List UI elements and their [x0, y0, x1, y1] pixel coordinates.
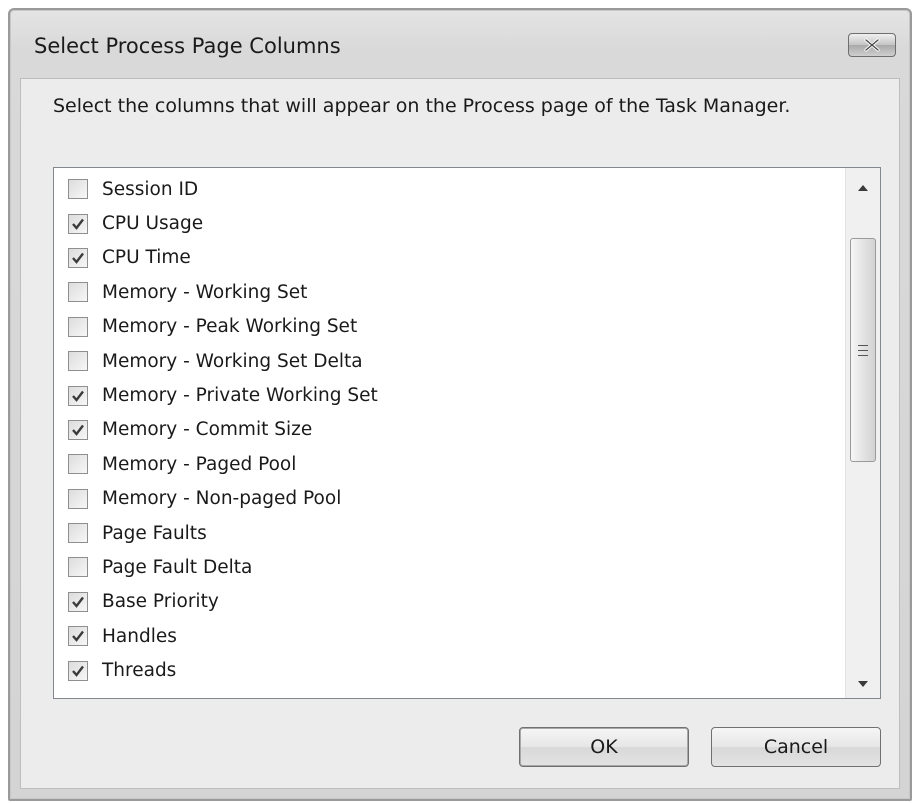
- dialog-title: Select Process Page Columns: [34, 34, 341, 58]
- scroll-thumb[interactable]: [850, 238, 876, 462]
- close-icon: [863, 38, 881, 52]
- close-button[interactable]: [848, 33, 896, 57]
- column-label: Memory - Peak Working Set: [102, 316, 358, 338]
- column-checkbox[interactable]: [68, 385, 88, 406]
- list-item[interactable]: Memory - Non-paged Pool: [54, 482, 846, 516]
- column-label: Handles: [102, 625, 177, 647]
- title-bar[interactable]: Select Process Page Columns: [10, 10, 910, 80]
- list-item[interactable]: CPU Usage: [54, 206, 846, 240]
- column-checkbox[interactable]: [68, 591, 88, 612]
- list-item[interactable]: Memory - Commit Size: [54, 413, 846, 447]
- list-item[interactable]: Base Priority: [54, 585, 846, 619]
- column-checkbox[interactable]: [68, 557, 88, 578]
- checkmark-icon: [72, 424, 84, 436]
- dialog-description: Select the columns that will appear on t…: [53, 95, 791, 117]
- list-item[interactable]: Memory - Peak Working Set: [54, 310, 846, 344]
- scroll-down-button[interactable]: [846, 664, 880, 698]
- vertical-scrollbar[interactable]: [845, 168, 880, 698]
- columns-listbox[interactable]: Session ID CPU Usage CPU Time Memory - Work…: [53, 167, 881, 699]
- list-item[interactable]: Page Faults: [54, 516, 846, 550]
- column-checkbox[interactable]: [68, 213, 88, 234]
- arrow-down-icon: [858, 672, 868, 691]
- checkmark-icon: [72, 218, 84, 230]
- list-item[interactable]: Memory - Working Set: [54, 275, 846, 309]
- column-checkbox[interactable]: [68, 660, 88, 681]
- column-checkbox[interactable]: [68, 488, 88, 509]
- column-label: CPU Time: [102, 247, 191, 269]
- column-checkbox[interactable]: [68, 247, 88, 268]
- column-label: Base Priority: [102, 591, 219, 613]
- checkmark-icon: [72, 252, 84, 264]
- checkmark-icon: [72, 631, 84, 643]
- ok-button[interactable]: OK: [519, 727, 689, 767]
- column-label: Memory - Commit Size: [102, 419, 313, 441]
- column-label: Memory - Working Set Delta: [102, 350, 363, 372]
- cancel-button[interactable]: Cancel: [711, 727, 881, 767]
- column-checkbox[interactable]: [68, 523, 88, 544]
- column-checkbox[interactable]: [68, 454, 88, 475]
- column-checkbox[interactable]: [68, 626, 88, 647]
- column-checkbox[interactable]: [68, 282, 88, 303]
- list-item[interactable]: Memory - Paged Pool: [54, 447, 846, 481]
- column-label: Memory - Private Working Set: [102, 385, 378, 407]
- column-checkbox[interactable]: [68, 419, 88, 440]
- scroll-up-button[interactable]: [846, 168, 880, 202]
- checkmark-icon: [72, 390, 84, 402]
- column-label: Session ID: [102, 178, 199, 200]
- column-label: Page Fault Delta: [102, 556, 253, 578]
- dialog-window: Select Process Page Columns Select the c…: [8, 8, 912, 801]
- column-label: Memory - Non-paged Pool: [102, 488, 342, 510]
- list-item[interactable]: Page Fault Delta: [54, 550, 846, 584]
- list-item[interactable]: Memory - Working Set Delta: [54, 344, 846, 378]
- column-label: Memory - Paged Pool: [102, 453, 297, 475]
- list-item[interactable]: Memory - Private Working Set: [54, 378, 846, 412]
- list-item[interactable]: CPU Time: [54, 241, 846, 275]
- column-checkbox[interactable]: [68, 316, 88, 337]
- list-item[interactable]: Session ID: [54, 172, 846, 206]
- column-label: CPU Usage: [102, 213, 204, 235]
- dialog-client-area: Select the columns that will appear on t…: [20, 78, 900, 789]
- list-item[interactable]: Handles: [54, 619, 846, 653]
- column-label: Memory - Working Set: [102, 281, 308, 303]
- checkmark-icon: [72, 665, 84, 677]
- column-label: Page Faults: [102, 522, 207, 544]
- column-checkbox[interactable]: [68, 351, 88, 372]
- list-item[interactable]: Threads: [54, 653, 846, 687]
- column-label: Threads: [102, 660, 177, 682]
- columns-list: Session ID CPU Usage CPU Time Memory - Work…: [54, 168, 846, 698]
- checkmark-icon: [72, 596, 84, 608]
- column-checkbox[interactable]: [68, 179, 88, 200]
- arrow-up-icon: [858, 176, 868, 195]
- grip-icon: [858, 343, 868, 358]
